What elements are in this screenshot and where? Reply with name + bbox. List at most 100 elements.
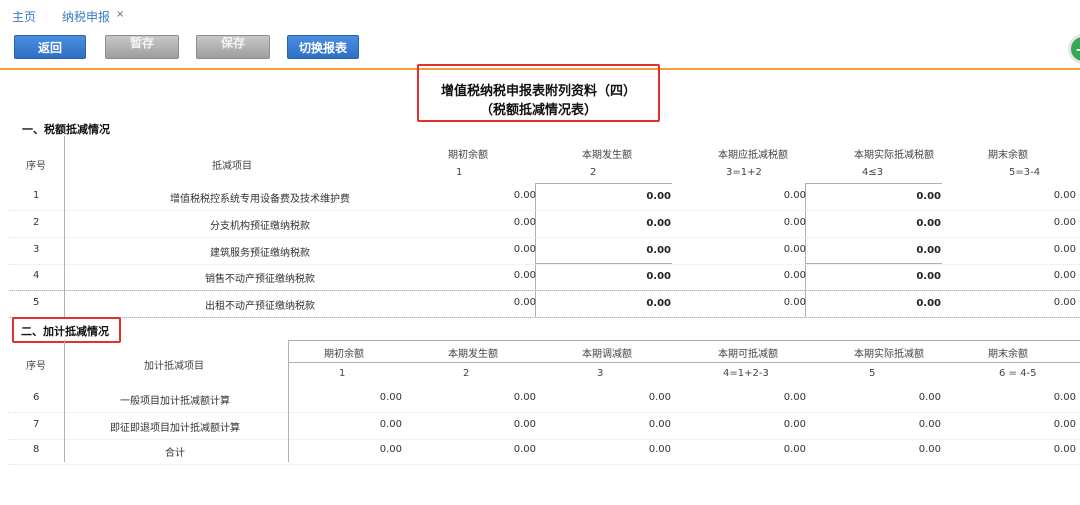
grid-line: [535, 183, 672, 184]
value-input[interactable]: 0.00: [861, 245, 941, 256]
value-cell: 0.00: [513, 217, 536, 228]
value-cell: 0.00: [1053, 392, 1076, 403]
col-number: 2: [463, 368, 470, 379]
value-input[interactable]: 0.00: [861, 218, 941, 229]
value-cell: 0.00: [648, 444, 671, 455]
row-item: 分支机构预征缴纳税款: [210, 221, 310, 232]
value-cell: 0.00: [783, 297, 806, 308]
value-cell: 0.00: [379, 392, 402, 403]
value-cell: 0.00: [1053, 444, 1076, 455]
col-header: 期末余额: [988, 349, 1028, 360]
col-number: 4≤3: [862, 167, 884, 178]
section2-title: 二、加计抵减情况: [21, 325, 109, 338]
tab-home[interactable]: 主页: [12, 8, 36, 25]
col-header: 本期应抵减税额: [718, 150, 788, 161]
value-cell: 0.00: [783, 270, 806, 281]
value-cell: 0.00: [783, 244, 806, 255]
col-header: 期初余额: [448, 150, 488, 161]
row-divider: [8, 412, 1080, 413]
grid-line: [288, 362, 1080, 363]
value-input[interactable]: 0.00: [591, 298, 671, 309]
row-seq: 2: [33, 217, 40, 228]
col-number: 6 = 4-5: [999, 368, 1037, 379]
value-input[interactable]: 0.00: [861, 191, 941, 202]
col-number: 1: [456, 167, 463, 178]
col-header: 本期实际抵减额: [854, 349, 924, 360]
value-cell: 0.00: [918, 392, 941, 403]
row-seq: 7: [33, 419, 40, 430]
value-cell: 0.00: [513, 190, 536, 201]
col-header: 本期实际抵减税额: [854, 150, 934, 161]
temp-save-button[interactable]: 暂存: [105, 35, 179, 59]
row-item: 增值税税控系统专用设备费及技术维护费: [170, 194, 350, 205]
seq-header: 序号: [26, 361, 46, 372]
grid-line: [288, 340, 1080, 341]
col-header: 本期可抵减额: [718, 349, 778, 360]
value-input[interactable]: 0.00: [591, 271, 671, 282]
switch-report-button[interactable]: 切换报表: [287, 35, 359, 59]
tab-tax-declaration[interactable]: 纳税申报: [62, 8, 110, 25]
value-cell: 0.00: [918, 419, 941, 430]
row-item: 建筑服务预征缴纳税款: [210, 248, 310, 259]
value-cell: 0.00: [1053, 190, 1076, 201]
grid-line: [64, 340, 65, 462]
value-cell: 0.00: [379, 444, 402, 455]
value-cell: 0.00: [513, 297, 536, 308]
save-label: 保存: [220, 36, 245, 50]
row-seq: 6: [33, 392, 40, 403]
value-cell: 0.00: [513, 444, 536, 455]
col-header: 本期发生额: [448, 349, 498, 360]
value-cell: 0.00: [783, 217, 806, 228]
row-divider: [8, 210, 1080, 211]
row-item: 即征即退项目加计抵减额计算: [110, 423, 240, 434]
value-cell: 0.00: [783, 419, 806, 430]
close-icon[interactable]: ×: [116, 9, 124, 20]
col-header: 期初余额: [324, 349, 364, 360]
value-input[interactable]: 0.00: [591, 245, 671, 256]
row-divider: [8, 237, 1080, 238]
grid-line: [288, 340, 289, 462]
value-cell: 0.00: [1053, 270, 1076, 281]
row-divider: [8, 290, 1080, 291]
row-divider: [8, 464, 1080, 465]
row-seq: 3: [33, 244, 40, 255]
value-cell: 0.00: [513, 244, 536, 255]
col-number: 3=1+2: [726, 167, 762, 178]
save-button[interactable]: 保存: [196, 35, 270, 59]
value-input[interactable]: 0.00: [861, 298, 941, 309]
value-input[interactable]: 0.00: [591, 191, 671, 202]
value-cell: 0.00: [513, 392, 536, 403]
value-cell: 0.00: [783, 444, 806, 455]
value-cell: 0.00: [379, 419, 402, 430]
seq-header: 序号: [26, 161, 46, 172]
col-number: 5: [869, 368, 876, 379]
col-header: 期末余额: [988, 150, 1028, 161]
value-input[interactable]: 0.00: [591, 218, 671, 229]
value-cell: 0.00: [513, 270, 536, 281]
page-subtitle: （税额抵减情况表）: [479, 103, 597, 118]
value-cell: 0.00: [918, 444, 941, 455]
value-cell: 0.00: [1053, 419, 1076, 430]
row-item: 合计: [165, 448, 185, 459]
row-item: 出租不动产预征缴纳税款: [205, 301, 315, 312]
value-cell: 0.00: [783, 392, 806, 403]
col-number: 2: [590, 167, 597, 178]
value-cell: 0.00: [1053, 217, 1076, 228]
row-item: 销售不动产预征缴纳税款: [205, 274, 315, 285]
row-divider: [8, 264, 1080, 265]
row-divider: [8, 439, 1080, 440]
col-number: 1: [339, 368, 346, 379]
value-cell: 0.00: [513, 419, 536, 430]
value-cell: 0.00: [1053, 297, 1076, 308]
temp-save-label: 暂存: [129, 36, 154, 50]
col-number: 4=1+2-3: [723, 368, 769, 379]
back-button[interactable]: 返回: [14, 35, 86, 59]
value-cell: 0.00: [783, 190, 806, 201]
row-seq: 4: [33, 270, 40, 281]
grid-line: [805, 183, 942, 184]
section1-title: 一、税额抵减情况: [22, 123, 110, 136]
value-input[interactable]: 0.00: [861, 271, 941, 282]
col-number: 3: [597, 368, 604, 379]
item-header: 抵减项目: [212, 161, 252, 172]
value-cell: 0.00: [1053, 244, 1076, 255]
